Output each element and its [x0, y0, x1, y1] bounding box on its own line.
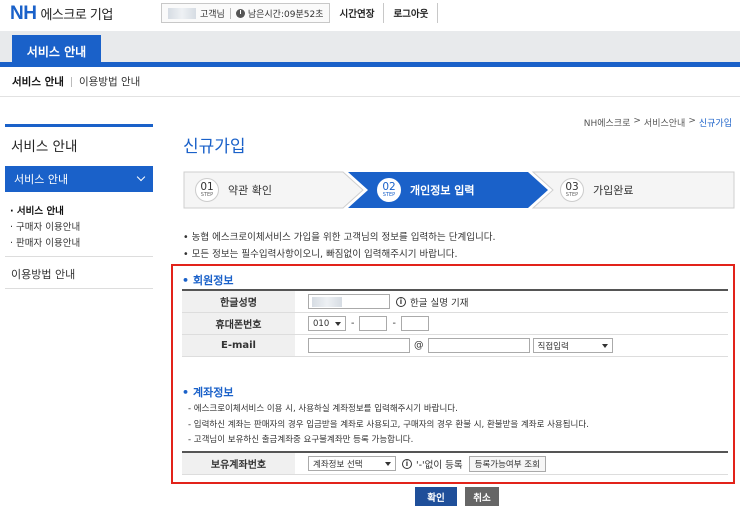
- cancel-button[interactable]: 취소: [465, 487, 499, 506]
- breadcrumb-section[interactable]: 서비스안내: [644, 116, 685, 129]
- info-icon: i: [402, 458, 412, 469]
- subnav-usage-guide[interactable]: 이용방법 안내: [79, 74, 140, 89]
- step-label: 개인정보 입력: [410, 184, 475, 197]
- phone-middle-field[interactable]: [359, 316, 388, 331]
- email-domain-select[interactable]: 직접입력: [532, 338, 613, 353]
- account-label: 보유계좌번호: [182, 453, 295, 474]
- email-at: @: [414, 340, 424, 351]
- sidebar-item-usage-guide[interactable]: 이용방법 안내: [11, 266, 75, 282]
- breadcrumb-home[interactable]: NH에스크로: [584, 116, 631, 129]
- email-id-field[interactable]: [308, 338, 410, 353]
- logo-brand: NH: [10, 3, 37, 24]
- remaining-time: 남은시간:09분52초: [247, 9, 324, 20]
- step-indicator: 01 STEP 약관 확인 02 STEP 개인정보 입력 03 STEP 가입…: [183, 171, 735, 209]
- info-icon: i: [396, 296, 406, 307]
- subnav-service-info[interactable]: 서비스 안내: [12, 74, 64, 89]
- logo-text: 에스크로 기업: [40, 8, 113, 23]
- logo[interactable]: NH 에스크로 기업: [10, 3, 113, 25]
- logout-button[interactable]: 로그아웃: [383, 3, 438, 23]
- sidebar-divider: [5, 256, 153, 257]
- member-info-table: 한글성명 i 한글 실명 기재 휴대폰번호 010 - - E-mail @ 직…: [182, 289, 728, 357]
- account-note: - 고객님이 보유하신 출금계좌중 요구불계좌만 등록 가능합니다.: [188, 435, 414, 445]
- breadcrumb: NH에스크로 > 서비스안내 > 신규가입: [584, 116, 732, 129]
- chevron-down-icon: [136, 172, 146, 182]
- caret-down-icon: [601, 343, 608, 348]
- account-info-title: • 계좌정보: [182, 386, 234, 399]
- confirm-button[interactable]: 확인: [415, 487, 457, 506]
- sidebar-sub-service-info[interactable]: · 서비스 안내: [10, 203, 64, 217]
- account-info-table: 보유계좌번호 계좌정보 선택 i '-'없이 등록 등록가능여부 조회: [182, 451, 728, 475]
- divider: [229, 7, 231, 19]
- step-2: 02 STEP 개인정보 입력: [377, 171, 475, 209]
- notice-item: • 농협 에스크로이체서비스 가입을 위한 고객님의 정보를 입력하는 단계입니…: [183, 232, 496, 243]
- table-row: E-mail @ 직접입력: [182, 335, 728, 357]
- table-row: 보유계좌번호 계좌정보 선택 i '-'없이 등록 등록가능여부 조회: [182, 453, 728, 475]
- breadcrumb-separator: >: [688, 116, 696, 126]
- page-title: 신규가입: [183, 137, 246, 157]
- step-label: 약관 확인: [228, 184, 272, 197]
- email-domain-field[interactable]: [427, 338, 530, 353]
- email-label: E-mail: [182, 335, 295, 356]
- account-hint: '-'없이 등록: [416, 459, 463, 471]
- caret-down-icon: [335, 321, 341, 326]
- tab-service-info[interactable]: 서비스 안내: [12, 35, 101, 67]
- sidebar-sub-seller-guide[interactable]: · 판매자 이용안내: [10, 235, 80, 249]
- name-hint: 한글 실명 기재: [410, 297, 469, 309]
- account-select[interactable]: 계좌정보 선택: [308, 456, 396, 471]
- extend-time-button[interactable]: 시간연장: [329, 3, 384, 23]
- breadcrumb-separator: >: [633, 116, 641, 126]
- phone-last-field[interactable]: [400, 316, 429, 331]
- step-1: 01 STEP 약관 확인: [195, 171, 272, 209]
- account-notes: - 에스크로이체서비스 이용 시, 사용하실 계좌정보를 입력해주시기 바랍니다…: [188, 402, 589, 449]
- table-row: 휴대폰번호 010 - -: [182, 313, 728, 335]
- notice-list: • 농협 에스크로이체서비스 가입을 위한 고객님의 정보를 입력하는 단계입니…: [183, 229, 495, 263]
- sidebar-title: 서비스 안내: [11, 139, 78, 155]
- step-label: 가입완료: [593, 184, 634, 197]
- divider: [70, 76, 72, 87]
- user-id-masked: [168, 7, 196, 19]
- step-3: 03 STEP 가입완료: [560, 171, 633, 209]
- form-actions: 확인 취소: [415, 487, 499, 506]
- member-info-title: • 회원정보: [182, 274, 234, 287]
- account-note: - 에스크로이체서비스 이용 시, 사용하실 계좌정보를 입력해주시기 바랍니다…: [188, 404, 458, 414]
- dash: -: [392, 318, 396, 329]
- name-label: 한글성명: [182, 291, 295, 312]
- name-field[interactable]: [308, 294, 390, 309]
- sidebar-item-service-info[interactable]: 서비스 안내: [5, 166, 153, 192]
- caret-down-icon: [385, 461, 391, 466]
- notice-item: • 모든 정보는 필수입력사항이오니, 빠짐없이 입력해주시기 바랍니다.: [183, 249, 458, 260]
- user-name: 고객님: [200, 9, 225, 20]
- step-number: 02 STEP: [377, 178, 401, 202]
- sidebar-divider: [5, 288, 153, 289]
- check-availability-button[interactable]: 등록가능여부 조회: [468, 455, 546, 472]
- table-row: 한글성명 i 한글 실명 기재: [182, 291, 728, 313]
- sidebar-sub-buyer-guide[interactable]: · 구매자 이용안내: [10, 219, 80, 233]
- top-bar: NH 에스크로 기업 고객님 남은시간:09분52초 시간연장 로그아웃: [0, 0, 740, 26]
- sub-nav: 서비스 안내 이용방법 안내: [12, 74, 140, 89]
- step-number: 01 STEP: [195, 178, 219, 202]
- step-number: 03 STEP: [560, 178, 584, 202]
- header-divider: [0, 96, 740, 97]
- breadcrumb-current: 신규가입: [698, 119, 732, 129]
- phone-prefix-select[interactable]: 010: [308, 316, 346, 331]
- account-note: - 입력하신 계좌는 판매자의 경우 입금받을 계좌로 사용되고, 구매자의 경…: [188, 419, 589, 430]
- dash: -: [351, 318, 355, 329]
- masked-name: [312, 296, 342, 307]
- sidebar-item-label: 서비스 안내: [14, 173, 69, 186]
- sidebar-accent: [5, 124, 153, 127]
- session-box: 고객님 남은시간:09분52초 시간연장 로그아웃: [161, 3, 439, 23]
- phone-label: 휴대폰번호: [182, 313, 295, 334]
- nav-underline: [0, 62, 740, 67]
- clock-icon: [235, 8, 245, 18]
